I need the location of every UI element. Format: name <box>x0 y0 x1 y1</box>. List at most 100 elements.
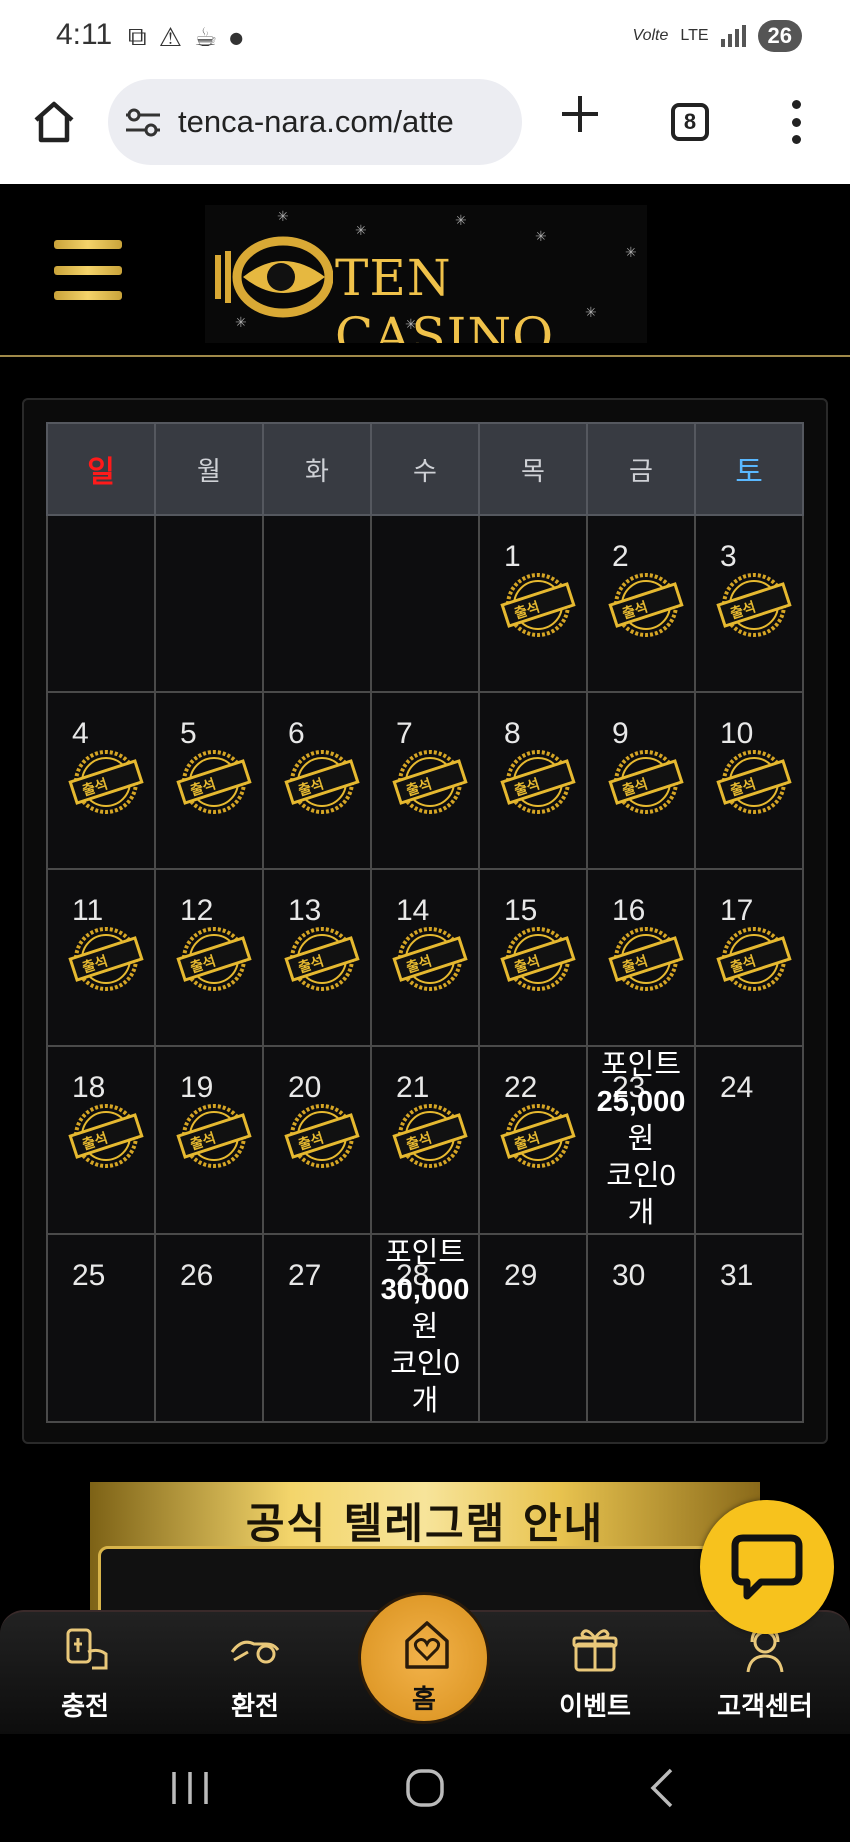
nav-deposit[interactable]: 충전 <box>20 1612 150 1736</box>
calendar-day-cell[interactable]: 19 출석 <box>154 1045 264 1235</box>
calendar-day-cell[interactable]: 30 <box>586 1233 696 1423</box>
attendance-stamp: 출석 <box>480 516 586 691</box>
recents-icon[interactable] <box>160 1762 220 1814</box>
calendar-week-row: 1 출석 2 출석 3 출석 <box>46 514 804 693</box>
calendar-day-cell[interactable]: 14 출석 <box>370 868 480 1047</box>
reward-coin-unit: 개 <box>411 1385 439 1417</box>
android-nav-bar <box>0 1734 850 1842</box>
attendance-stamp: 출석 <box>588 693 694 868</box>
site-settings-icon[interactable] <box>124 105 162 139</box>
calendar-day-cell[interactable]: 13 출석 <box>262 868 372 1047</box>
attendance-calendar: 일월화수목금토 1 출석 2 출석 3 출석 4 출석 5 출석 6 출석 7 출석 8 출석 9 출석 10 출석 1… <box>46 422 804 1423</box>
back-icon[interactable] <box>635 1762 695 1814</box>
calendar-day-cell[interactable]: 8 출석 <box>478 691 588 870</box>
calendar-day-cell[interactable]: 24 <box>694 1045 804 1235</box>
calendar-day-cell[interactable]: 17 출석 <box>694 868 804 1047</box>
battery-icon: 26 <box>757 20 802 52</box>
alert-icon: ⚠ <box>158 22 182 53</box>
calendar-day-cell[interactable]: 5 출석 <box>154 691 264 870</box>
address-bar[interactable]: tenca-nara.com/atte <box>108 79 522 165</box>
calendar-day-cell <box>262 514 372 693</box>
calendar-day-cell[interactable]: 6 출석 <box>262 691 372 870</box>
calendar-day-cell <box>46 514 156 693</box>
chat-icon <box>731 1534 803 1600</box>
gift-icon <box>572 1629 618 1672</box>
nav-event-label: 이벤트 <box>559 1692 631 1722</box>
tab-switcher-button[interactable]: 8 <box>671 103 709 141</box>
calendar-day-cell[interactable]: 26 <box>154 1233 264 1423</box>
calendar-day-cell[interactable]: 2 출석 <box>586 514 696 693</box>
calendar-day-cell[interactable]: 16 출석 <box>586 868 696 1047</box>
live-chat-button[interactable] <box>700 1500 834 1634</box>
attendance-stamp: 출석 <box>48 870 154 1045</box>
weekday-6: 토 <box>694 422 804 516</box>
nav-home-label: 홈 <box>412 1685 436 1715</box>
calendar-day-cell[interactable]: 27 <box>262 1233 372 1423</box>
attendance-stamp: 출석 <box>48 1047 154 1233</box>
calendar-day-cell[interactable]: 9 출석 <box>586 691 696 870</box>
nav-withdraw[interactable]: 환전 <box>190 1612 320 1736</box>
attendance-stamp: 출석 <box>48 693 154 868</box>
calendar-day-cell[interactable]: 20 출석 <box>262 1045 372 1235</box>
attendance-stamp: 출석 <box>264 1047 370 1233</box>
attendance-stamp: 출석 <box>264 693 370 868</box>
home-circle-icon[interactable] <box>395 1762 455 1814</box>
reward-coin: 코인0 <box>390 1348 460 1380</box>
weekday-0: 일 <box>46 422 156 516</box>
calendar-day-cell[interactable]: 22 출석 <box>478 1045 588 1235</box>
attendance-stamp: 출석 <box>156 693 262 868</box>
calendar-day-cell[interactable]: 7 출석 <box>370 691 480 870</box>
calendar-day-cell[interactable]: 21 출석 <box>370 1045 480 1235</box>
attendance-stamp: 출석 <box>480 1047 586 1233</box>
weekday-1: 월 <box>154 422 264 516</box>
url-text: tenca-nara.com/atte <box>178 104 454 139</box>
calendar-day-cell[interactable]: 12 출석 <box>154 868 264 1047</box>
reward-unit: 원 <box>627 1123 655 1155</box>
nav-event[interactable]: 이벤트 <box>530 1612 660 1736</box>
notification-dot-icon: ● <box>229 28 244 47</box>
calendar-day-cell[interactable]: 18 출석 <box>46 1045 156 1235</box>
calendar-day-cell[interactable]: 15 출석 <box>478 868 588 1047</box>
attendance-stamp: 출석 <box>696 693 802 868</box>
weekday-3: 수 <box>370 422 480 516</box>
nav-deposit-label: 충전 <box>61 1692 109 1722</box>
attendance-stamp: 출석 <box>372 1047 478 1233</box>
calendar-day-cell[interactable]: 4 출석 <box>46 691 156 870</box>
calendar-day-cell[interactable]: 29 <box>478 1233 588 1423</box>
browser-toolbar: tenca-nara.com/atte 8 <box>0 76 850 184</box>
site-header: ✳ ✳ ✳ ✳ ✳ ✳ ✳ ✳ TEN CASINO <box>0 184 850 357</box>
calendar-day-cell[interactable]: 3 출석 <box>694 514 804 693</box>
reward-amount: 30,000 <box>380 1274 470 1306</box>
calendar-week-row: 11 출석 12 출석 13 출석 14 출석 15 출석 16 출석 17 출석 <box>46 868 804 1047</box>
reward-label: 포인트 25,000 원 코인0 개 <box>588 1047 694 1232</box>
calendar-day-cell <box>370 514 480 693</box>
calendar-day-cell[interactable]: 11 출석 <box>46 868 156 1047</box>
attendance-stamp: 출석 <box>264 870 370 1045</box>
status-right: Volte LTE 26 <box>632 20 802 52</box>
home-icon[interactable] <box>30 98 78 146</box>
reward-label: 포인트 30,000 원 코인0 개 <box>372 1235 478 1420</box>
hamburger-menu-icon[interactable] <box>54 240 122 300</box>
banner-title: 공식 텔레그램 안내 <box>245 1499 605 1548</box>
reward-coin: 코인0 <box>606 1160 676 1192</box>
calendar-day-cell[interactable]: 31 <box>694 1233 804 1423</box>
attendance-stamp: 출석 <box>588 870 694 1045</box>
nav-home-button[interactable]: 홈 <box>358 1592 490 1724</box>
new-tab-icon[interactable] <box>560 94 600 134</box>
reward-unit: 원 <box>411 1311 439 1343</box>
signal-icon <box>720 25 746 47</box>
site-logo[interactable]: ✳ ✳ ✳ ✳ ✳ ✳ ✳ ✳ TEN CASINO <box>205 205 647 343</box>
attendance-stamp: 출석 <box>588 516 694 691</box>
calendar-day-cell[interactable]: 포인트 30,000 원 코인0 개 28 <box>370 1233 480 1423</box>
calendar-day-cell[interactable]: 25 <box>46 1233 156 1423</box>
calendar-day-cell[interactable]: 포인트 25,000 원 코인0 개 23 <box>586 1045 696 1235</box>
logo-emblem-icon <box>215 236 333 318</box>
withdraw-icon <box>230 1640 280 1664</box>
day-number: 31 <box>720 1259 754 1292</box>
weekday-2: 화 <box>262 422 372 516</box>
attendance-stamp: 출석 <box>696 516 802 691</box>
volte-label: Volte <box>632 27 669 44</box>
more-menu-icon[interactable] <box>790 100 802 144</box>
calendar-day-cell[interactable]: 1 출석 <box>478 514 588 693</box>
calendar-day-cell[interactable]: 10 출석 <box>694 691 804 870</box>
